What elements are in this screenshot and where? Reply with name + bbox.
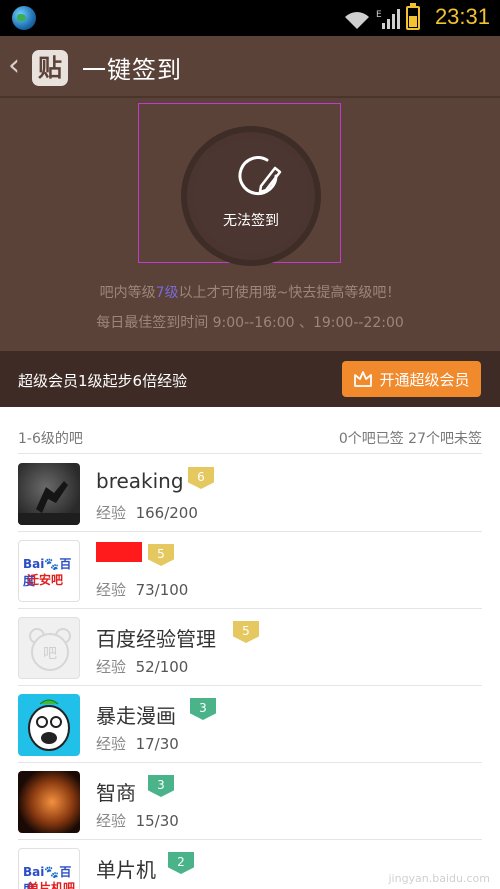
tieba-logo: 贴 [32,50,68,86]
forum-name: 暴走漫画 [96,704,176,728]
required-level: 7级 [155,285,179,301]
forum-exp: 经验 166/200 [96,504,198,522]
level-range-label: 1-6级的吧 [18,431,83,447]
list-item[interactable]: breaking 6 经验 166/200 [18,455,482,532]
forum-exp: 经验 17/30 [96,735,179,753]
network-type-label: E [376,10,382,20]
status-icons: E [344,3,420,30]
list-item[interactable]: 智商 3 经验 15/30 [18,763,482,840]
redacted-forum-name [96,542,142,562]
edit-icon [238,156,282,196]
forum-avatar: 吧 [18,617,80,679]
forum-avatar [18,694,80,756]
level-badge: 2 [168,852,194,874]
level-badge: 3 [148,775,174,797]
globe-icon [12,6,36,30]
level-badge: 5 [233,621,259,643]
list-item[interactable]: Bai🐾百度 迁安吧 5 经验 73/100 [18,532,482,609]
sign-button-frame: 无法签到 [138,103,341,266]
forum-avatar [18,771,80,833]
status-bar: E 23:31 [0,0,500,36]
forum-exp: 经验 52/100 [96,658,189,676]
svg-text:吧: 吧 [43,646,57,662]
forum-name: 单片机 [96,858,156,882]
level-badge: 6 [188,467,214,489]
open-super-member-label: 开通超级会员 [379,370,470,389]
header-bar: ‹ 贴 一键签到 [0,36,500,98]
sign-button-label: 无法签到 [223,213,279,229]
sign-button[interactable]: 无法签到 [181,126,321,266]
watermark: jingyan.baidu.com [388,872,490,885]
clock: 23:31 [434,4,490,29]
forum-avatar: Bai🐾百度 单片机吧 [18,848,80,889]
back-chevron-icon[interactable]: ‹ [8,51,28,82]
forum-exp: 经验 73/100 [96,581,189,599]
level-badge: 3 [190,698,216,720]
forum-name: 百度经验管理 [96,627,216,651]
list-header: 1-6级的吧 0个吧已签 27个吧未签 [18,418,482,454]
best-time-notice: 每日最佳签到时间 9:00--16:00 、19:00--22:00 [96,315,404,331]
level-notice: 吧内等级7级以上才可使用哦~快去提高等级吧！ [99,285,401,301]
list-item[interactable]: 暴走漫画 3 经验 17/30 [18,686,482,763]
level-badge: 5 [148,544,174,566]
forum-exp: 经验 15/30 [96,812,179,830]
super-member-promo: 超级会员1级起步6倍经验 [18,372,188,390]
wifi-icon [344,10,370,30]
super-member-bar: 超级会员1级起步6倍经验 开通超级会员 [0,351,500,407]
sign-count-summary: 0个吧已签 27个吧未签 [338,431,482,447]
battery-icon [406,3,420,30]
page-title: 一键签到 [82,56,182,84]
signal-icon: E [376,8,400,30]
forum-name: breaking [96,469,184,493]
forum-avatar [18,463,80,525]
open-super-member-button[interactable]: 开通超级会员 [342,361,481,397]
forum-avatar: Bai🐾百度 迁安吧 [18,540,80,602]
forum-name: 智商 [96,781,136,805]
list-item[interactable]: 吧 百度经验管理 5 经验 52/100 [18,609,482,686]
sign-panel: 无法签到 吧内等级7级以上才可使用哦~快去提高等级吧！ 每日最佳签到时间 9:0… [0,98,500,351]
crown-icon [354,371,373,387]
